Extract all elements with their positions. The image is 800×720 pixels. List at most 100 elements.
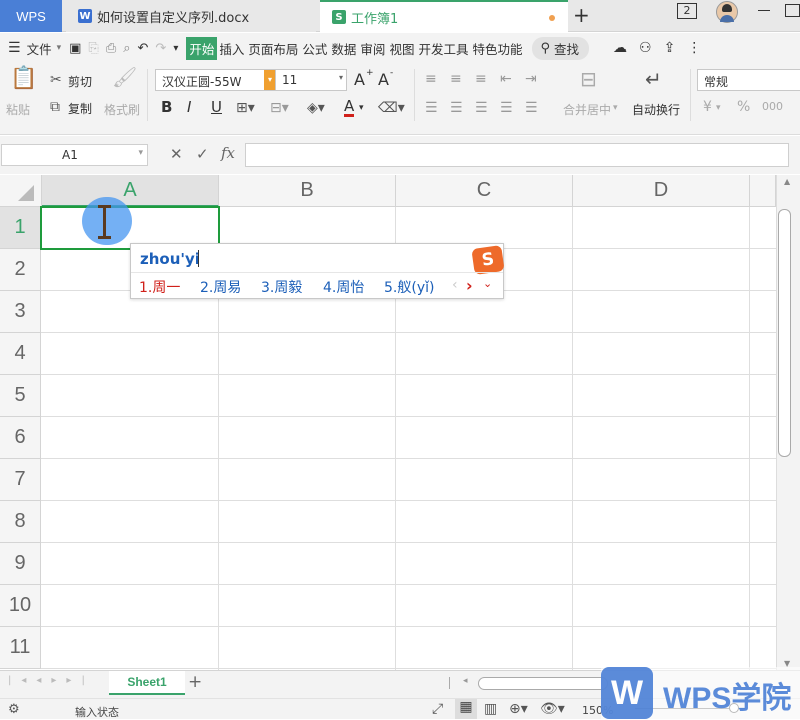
outdent-icon[interactable]: ⇤ bbox=[500, 71, 512, 87]
tab-document[interactable]: W 如何设置自定义序列.docx bbox=[66, 0, 316, 32]
ime-prev-page-icon[interactable]: ‹ bbox=[452, 277, 458, 293]
row-header-5[interactable]: 5 bbox=[0, 375, 41, 417]
border-icon[interactable]: ⊞▾ bbox=[236, 100, 255, 116]
splitter[interactable] bbox=[449, 677, 450, 689]
merge-center-button[interactable]: 合并居中 bbox=[563, 101, 611, 118]
select-all-corner[interactable] bbox=[0, 175, 42, 207]
menu-review[interactable]: 审阅 bbox=[358, 39, 387, 58]
name-box[interactable]: A1 ▾ bbox=[1, 144, 148, 166]
ime-expand-icon[interactable]: ⌄ bbox=[483, 277, 492, 290]
fullscreen-icon[interactable]: ⤢ bbox=[432, 701, 443, 717]
row-header-4[interactable]: 4 bbox=[0, 333, 41, 375]
row-header-10[interactable]: 10 bbox=[0, 585, 41, 627]
column-header-c[interactable]: C bbox=[396, 175, 573, 207]
font-name-select[interactable]: 汉仪正圆-55W ▾ bbox=[155, 69, 277, 91]
align-top-icon[interactable]: ≡ bbox=[425, 71, 437, 87]
chevron-down-icon[interactable]: ▾ bbox=[359, 103, 364, 113]
column-header-a[interactable]: A bbox=[42, 175, 219, 207]
clear-format-icon[interactable]: ⌫▾ bbox=[378, 100, 405, 116]
ime-candidate[interactable]: 3.周毅 bbox=[261, 277, 302, 297]
paste-icon[interactable]: 📋 bbox=[10, 68, 37, 90]
font-size-select[interactable]: 11 ▾ bbox=[275, 69, 347, 91]
font-color-button[interactable]: A bbox=[344, 98, 355, 117]
menu-file[interactable]: 文件 bbox=[25, 39, 54, 58]
merge-style-icon[interactable]: ⊟▾ bbox=[270, 100, 289, 116]
italic-button[interactable]: I bbox=[187, 98, 191, 116]
avatar[interactable] bbox=[716, 1, 738, 23]
cloud-icon[interactable]: ☁ bbox=[613, 40, 627, 56]
sheet-nav-arrows-icon[interactable]: |◂◂▸▸| bbox=[8, 675, 95, 686]
row-header-8[interactable]: 8 bbox=[0, 501, 41, 543]
menu-page-layout[interactable]: 页面布局 bbox=[246, 39, 300, 58]
currency-button[interactable]: ¥ bbox=[703, 99, 712, 115]
print-icon[interactable]: ⎙ bbox=[106, 41, 116, 56]
more-icon[interactable]: ⋮ bbox=[687, 40, 701, 56]
tab-workbook[interactable]: S 工作簿1 bbox=[320, 0, 568, 32]
insert-function-button[interactable]: fx bbox=[221, 144, 235, 162]
redo-icon[interactable]: ↷ bbox=[155, 41, 166, 56]
menu-developer[interactable]: 开发工具 bbox=[416, 39, 470, 58]
horizontal-scrollbar[interactable] bbox=[478, 677, 608, 690]
new-tab-button[interactable]: + bbox=[573, 3, 590, 27]
align-left-icon[interactable]: ☰ bbox=[425, 100, 438, 116]
page-layout-view-icon[interactable]: ▥ bbox=[484, 701, 497, 717]
column-header-e[interactable] bbox=[750, 175, 776, 207]
collaborate-icon[interactable]: ⚇ bbox=[639, 40, 652, 56]
column-header-b[interactable]: B bbox=[219, 175, 396, 207]
chevron-down-icon[interactable]: ▾ bbox=[339, 73, 343, 82]
decrease-font-button[interactable]: A bbox=[378, 70, 389, 89]
vertical-scrollbar[interactable]: ▲ ▼ bbox=[776, 175, 800, 670]
row-header-9[interactable]: 9 bbox=[0, 543, 41, 585]
row-header-3[interactable]: 3 bbox=[0, 291, 41, 333]
row-header-6[interactable]: 6 bbox=[0, 417, 41, 459]
row-header-7[interactable]: 7 bbox=[0, 459, 41, 501]
formula-input[interactable] bbox=[245, 143, 789, 167]
menu-formulas[interactable]: 公式 bbox=[300, 39, 329, 58]
chevron-down-icon[interactable]: ▾ bbox=[138, 148, 143, 158]
format-painter-button[interactable]: 格式刷 bbox=[104, 101, 140, 118]
menu-data[interactable]: 数据 bbox=[329, 39, 358, 58]
menu-special[interactable]: 特色功能 bbox=[470, 39, 524, 58]
hamburger-menu-icon[interactable]: ☰ bbox=[8, 40, 21, 56]
ime-candidate[interactable]: 4.周怡 bbox=[323, 277, 364, 297]
align-center-icon[interactable]: ☰ bbox=[450, 100, 463, 116]
justify-icon[interactable]: ☰ bbox=[500, 100, 513, 116]
thousands-separator-button[interactable]: 000 bbox=[762, 100, 783, 113]
row-header-1[interactable]: 1 bbox=[0, 207, 41, 249]
cancel-icon[interactable]: ✕ bbox=[170, 145, 183, 163]
bold-button[interactable]: B bbox=[161, 98, 172, 116]
ime-candidate[interactable]: 2.周易 bbox=[200, 277, 241, 297]
minimize-icon[interactable] bbox=[758, 10, 770, 11]
row-header-11[interactable]: 11 bbox=[0, 627, 41, 669]
number-format-select[interactable]: 常规 bbox=[697, 69, 800, 91]
print-preview-icon[interactable]: ⌕ bbox=[123, 41, 130, 56]
chevron-down-icon[interactable]: ▾ bbox=[613, 103, 618, 113]
percent-button[interactable]: % bbox=[737, 99, 750, 115]
column-header-d[interactable]: D bbox=[573, 175, 750, 207]
scrollbar-thumb[interactable] bbox=[778, 209, 791, 457]
export-pdf-icon[interactable]: ⎘ bbox=[88, 41, 98, 56]
scroll-up-icon[interactable]: ▲ bbox=[784, 177, 790, 186]
cut-button[interactable]: 剪切 bbox=[68, 73, 92, 90]
row-header-2[interactable]: 2 bbox=[0, 249, 41, 291]
share-icon[interactable]: ⇪ bbox=[664, 40, 676, 56]
chevron-down-icon[interactable]: ▾ bbox=[716, 103, 721, 113]
scroll-left-icon[interactable]: ◂ bbox=[463, 676, 468, 686]
add-sheet-button[interactable]: + bbox=[188, 672, 202, 692]
ime-candidate[interactable]: 5.舣(yǐ) bbox=[384, 277, 434, 297]
ime-next-page-icon[interactable]: › bbox=[466, 276, 473, 295]
save-icon[interactable]: ▣ bbox=[69, 41, 81, 56]
indent-icon[interactable]: ⇥ bbox=[525, 71, 537, 87]
page-break-view-icon[interactable]: ⊕▾ bbox=[509, 701, 528, 717]
underline-button[interactable]: U bbox=[211, 98, 222, 116]
undo-icon[interactable]: ↶ bbox=[138, 41, 149, 56]
quick-access-dropdown-icon[interactable]: ▾ bbox=[173, 43, 178, 54]
window-count-icon[interactable]: 2 bbox=[677, 3, 697, 19]
chevron-down-icon[interactable]: ▾ bbox=[57, 43, 62, 53]
menu-insert[interactable]: 插入 bbox=[217, 39, 246, 58]
align-right-icon[interactable]: ☰ bbox=[475, 100, 488, 116]
align-middle-icon[interactable]: ≡ bbox=[450, 71, 462, 87]
search-box[interactable]: ⚲ 查找 bbox=[532, 36, 590, 60]
tab-wps-home[interactable]: WPS bbox=[0, 0, 62, 32]
menu-view[interactable]: 视图 bbox=[387, 39, 416, 58]
